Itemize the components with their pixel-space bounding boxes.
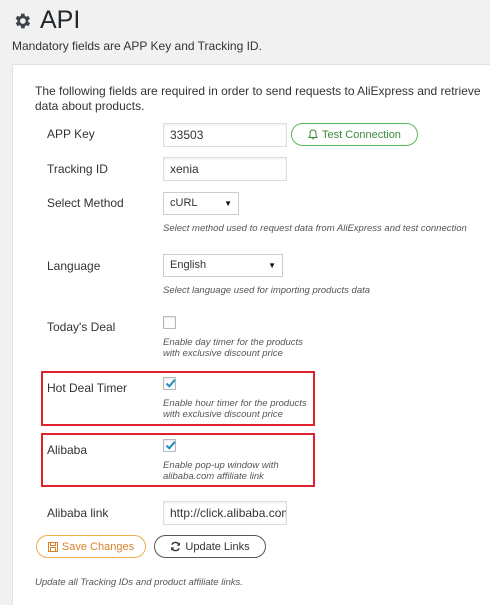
tracking-id-input[interactable]: xenia xyxy=(163,157,287,181)
app-key-input[interactable]: 33503 xyxy=(163,123,287,147)
language-value: English xyxy=(170,259,207,271)
gear-icon xyxy=(15,13,31,28)
hot-deal-timer-help: Enable hour timer for the products with … xyxy=(163,398,307,420)
todays-deal-checkbox[interactable] xyxy=(163,316,176,329)
alibaba-help: Enable pop-up window with alibaba.com af… xyxy=(163,460,279,482)
language-help: Select language used for importing produ… xyxy=(163,285,371,296)
page-subtitle: Mandatory fields are APP Key and Trackin… xyxy=(12,39,262,53)
bell-icon xyxy=(308,129,318,140)
checkmark-icon xyxy=(165,441,176,450)
tracking-id-label: Tracking ID xyxy=(47,162,108,176)
page-title: API xyxy=(12,6,80,35)
save-changes-button[interactable]: Save Changes xyxy=(36,535,146,558)
hot-deal-timer-help-line1: Enable hour timer for the products xyxy=(163,398,307,409)
alibaba-checkbox[interactable] xyxy=(163,439,176,452)
select-method-help: Select method used to request data from … xyxy=(163,223,467,234)
todays-deal-help-line1: Enable day timer for the products xyxy=(163,337,303,348)
language-dropdown[interactable]: English ▼ xyxy=(163,254,283,277)
select-method-label: Select Method xyxy=(47,196,124,210)
caret-down-icon: ▼ xyxy=(268,261,276,270)
alibaba-link-label: Alibaba link xyxy=(47,506,109,520)
alibaba-help-line2: alibaba.com affiliate link xyxy=(163,471,264,482)
test-connection-label: Test Connection xyxy=(322,128,401,141)
language-label: Language xyxy=(47,259,101,273)
save-changes-label: Save Changes xyxy=(61,540,135,553)
update-links-label: Update Links xyxy=(185,540,250,553)
hot-deal-timer-help-line2: with exclusive discount price xyxy=(163,409,283,420)
app-key-label: APP Key xyxy=(47,127,95,141)
refresh-icon xyxy=(171,541,181,552)
todays-deal-help-line2: with exclusive discount price xyxy=(163,348,283,359)
footer-note: Update all Tracking IDs and product affi… xyxy=(35,577,243,588)
alibaba-help-line1: Enable pop-up window with xyxy=(163,460,279,471)
alibaba-label: Alibaba xyxy=(47,443,88,457)
hot-deal-timer-label: Hot Deal Timer xyxy=(47,381,128,395)
select-method-dropdown[interactable]: cURL ▼ xyxy=(163,192,239,215)
page-title-text: API xyxy=(40,6,81,34)
select-method-value: cURL xyxy=(170,197,198,209)
hot-deal-timer-checkbox[interactable] xyxy=(163,377,176,390)
checkmark-icon xyxy=(165,379,176,388)
update-links-button[interactable]: Update Links xyxy=(154,535,266,558)
intro-text: The following fields are required in ord… xyxy=(35,84,481,113)
caret-down-icon: ▼ xyxy=(224,199,232,208)
todays-deal-help: Enable day timer for the products with e… xyxy=(163,337,303,359)
test-connection-button[interactable]: Test Connection xyxy=(291,123,418,146)
alibaba-link-input[interactable]: http://click.alibaba.com/ xyxy=(163,501,287,525)
save-icon xyxy=(47,541,58,552)
todays-deal-label: Today's Deal xyxy=(47,320,116,334)
